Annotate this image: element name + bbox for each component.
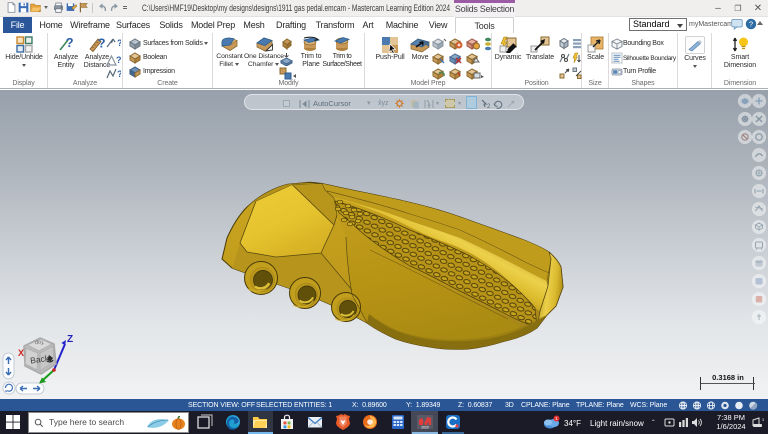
svg-text:2020: 2020: [421, 426, 429, 430]
svg-text:X: X: [18, 348, 24, 358]
svg-text:Z: Z: [67, 334, 73, 345]
svg-text:Top: Top: [35, 338, 45, 345]
svg-text:?: ?: [117, 38, 121, 48]
svg-text:?: ?: [65, 36, 73, 50]
svg-text:2: 2: [487, 104, 491, 109]
svg-text:?: ?: [117, 69, 121, 79]
svg-text:?: ?: [116, 55, 121, 65]
svg-text:?: ?: [749, 20, 753, 29]
svg-text:3: 3: [762, 417, 764, 422]
svg-text:?: ?: [97, 36, 105, 51]
